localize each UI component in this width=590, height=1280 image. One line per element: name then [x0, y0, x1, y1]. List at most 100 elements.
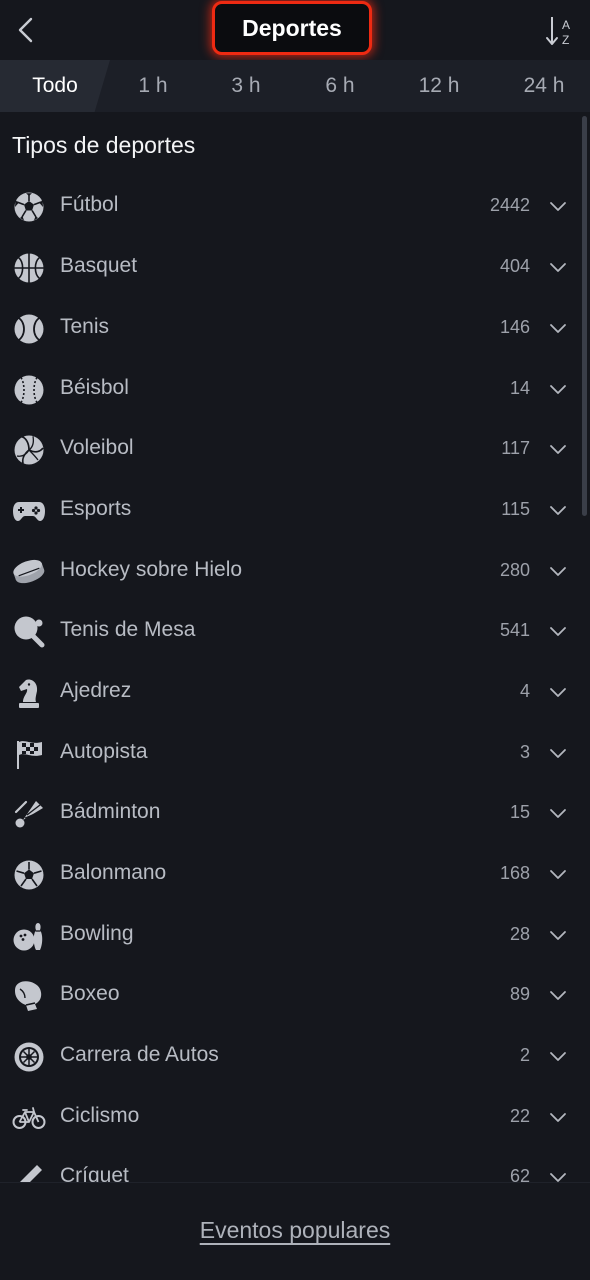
sport-count: 4	[519, 681, 530, 701]
sport-row-basquet[interactable]: Basquet 404	[0, 237, 580, 297]
gamepad-icon	[12, 494, 46, 528]
sport-row-carrera-de-autos[interactable]: Carrera de Autos 2	[0, 1026, 580, 1086]
sport-row-ajedrez[interactable]: Ajedrez 4	[0, 662, 580, 722]
sport-label: Voleibol	[60, 436, 134, 459]
chevron-down-icon[interactable]	[548, 1046, 568, 1066]
sport-count: 541	[499, 620, 530, 640]
sport-label: Basquet	[60, 254, 138, 277]
tab-todo[interactable]: Todo	[0, 60, 110, 112]
bicycle-icon	[12, 1101, 46, 1135]
chevron-down-icon[interactable]	[548, 439, 568, 459]
popular-events-link[interactable]: Eventos populares	[0, 1217, 590, 1244]
sport-row-boxeo[interactable]: Boxeo 89	[0, 965, 580, 1025]
sport-row-ciclismo[interactable]: Ciclismo 22	[0, 1087, 580, 1147]
bowling-icon	[12, 919, 46, 953]
sport-count: 14	[509, 378, 530, 398]
chevron-down-icon[interactable]	[548, 621, 568, 641]
chess-knight-icon	[12, 676, 46, 710]
sport-label: Béisbol	[60, 376, 129, 399]
sport-count: 146	[499, 317, 530, 337]
baseball-icon	[12, 373, 46, 407]
sport-count: 15	[509, 802, 530, 822]
sport-label: Ajedrez	[60, 679, 132, 702]
sort-letter-z: Z	[562, 33, 569, 47]
chevron-down-icon[interactable]	[548, 257, 568, 277]
sport-label: Esports	[60, 497, 132, 520]
volleyball-icon	[12, 433, 46, 467]
sport-count: 89	[509, 984, 530, 1004]
sport-label: Ciclismo	[60, 1104, 140, 1127]
sort-alpha-icon: A Z	[546, 17, 570, 47]
chevron-down-icon[interactable]	[548, 682, 568, 702]
sport-count: 3	[519, 742, 530, 762]
sport-row-bowling[interactable]: Bowling 28	[0, 905, 580, 965]
sport-label: Hockey sobre Hielo	[60, 558, 243, 581]
sport-row-balonmano[interactable]: Balonmano 168	[0, 844, 580, 904]
sport-row-tenis[interactable]: Tenis 146	[0, 298, 580, 358]
sort-letter-a: A	[562, 18, 570, 32]
ping-pong-icon	[12, 615, 46, 649]
page-title: Deportes	[242, 14, 342, 41]
sports-screen: Deportes A Z Todo 1 h 3 h 6 h 12 h 24 h …	[0, 0, 590, 1280]
tennis-ball-icon	[12, 312, 46, 346]
boxing-glove-icon	[12, 979, 46, 1013]
handball-icon	[12, 858, 46, 892]
chevron-down-icon[interactable]	[548, 379, 568, 399]
chevron-down-icon[interactable]	[548, 925, 568, 945]
sport-count: 115	[501, 499, 530, 519]
sort-button[interactable]: A Z	[544, 12, 580, 50]
sport-row-voleibol[interactable]: Voleibol 117	[0, 419, 580, 479]
time-filter-tabs: Todo 1 h 3 h 6 h 12 h 24 h	[0, 60, 590, 112]
chevron-down-icon[interactable]	[548, 500, 568, 520]
sport-row-hockey[interactable]: Hockey sobre Hielo 280	[0, 541, 580, 601]
sport-row-beisbol[interactable]: Béisbol 14	[0, 359, 580, 419]
chevron-down-icon[interactable]	[548, 318, 568, 338]
sport-label: Fútbol	[60, 193, 119, 216]
tab-12h[interactable]: 12 h	[388, 60, 490, 112]
back-button[interactable]	[10, 12, 42, 48]
cricket-bat-icon	[12, 1161, 46, 1182]
sport-label: Balonmano	[60, 861, 167, 884]
chevron-down-icon[interactable]	[548, 864, 568, 884]
sport-label: Bowling	[60, 922, 134, 945]
sport-count: 62	[509, 1166, 530, 1182]
chevron-down-icon[interactable]	[548, 803, 568, 823]
tab-6h[interactable]: 6 h	[294, 60, 386, 112]
sport-label: Bádminton	[60, 800, 161, 823]
hockey-puck-icon	[12, 555, 46, 589]
sport-count: 117	[501, 438, 530, 458]
sport-count: 28	[509, 924, 530, 944]
sport-count: 168	[499, 863, 530, 883]
chevron-down-icon[interactable]	[548, 1107, 568, 1127]
sport-label: Autopista	[60, 740, 148, 763]
sport-count: 2442	[489, 195, 530, 215]
page-title-box[interactable]: Deportes	[212, 1, 372, 55]
chevron-down-icon[interactable]	[548, 196, 568, 216]
sport-row-autopista[interactable]: Autopista 3	[0, 723, 580, 783]
sport-count: 280	[499, 560, 530, 580]
sport-label: Tenis	[60, 315, 110, 338]
sport-label: Boxeo	[60, 982, 120, 1005]
sport-count: 404	[499, 256, 530, 276]
sport-label: Críquet	[60, 1164, 129, 1182]
sport-row-futbol[interactable]: Fútbol 2442	[0, 176, 580, 236]
sport-row-criquet[interactable]: Críquet 62	[0, 1147, 580, 1182]
tab-3h[interactable]: 3 h	[200, 60, 292, 112]
sport-row-esports[interactable]: Esports 115	[0, 480, 580, 540]
chevron-left-icon	[15, 16, 37, 44]
chevron-down-icon[interactable]	[548, 561, 568, 581]
sport-label: Tenis de Mesa	[60, 618, 196, 641]
sports-list[interactable]: Tipos de deportes Fútbol 2442 Basquet 40…	[0, 112, 590, 1182]
chevron-down-icon[interactable]	[548, 743, 568, 763]
chevron-down-icon[interactable]	[548, 985, 568, 1005]
sport-row-tenis-de-mesa[interactable]: Tenis de Mesa 541	[0, 601, 580, 661]
tab-1h[interactable]: 1 h	[110, 60, 196, 112]
sport-count: 22	[509, 1106, 530, 1126]
car-wheel-icon	[12, 1040, 46, 1074]
sport-label: Carrera de Autos	[60, 1043, 219, 1066]
tab-24h[interactable]: 24 h	[494, 60, 590, 112]
sport-row-badminton[interactable]: Bádminton 15	[0, 783, 580, 843]
chevron-down-icon[interactable]	[548, 1167, 568, 1182]
scrollbar[interactable]	[582, 116, 587, 516]
checkered-flag-icon	[12, 737, 46, 771]
